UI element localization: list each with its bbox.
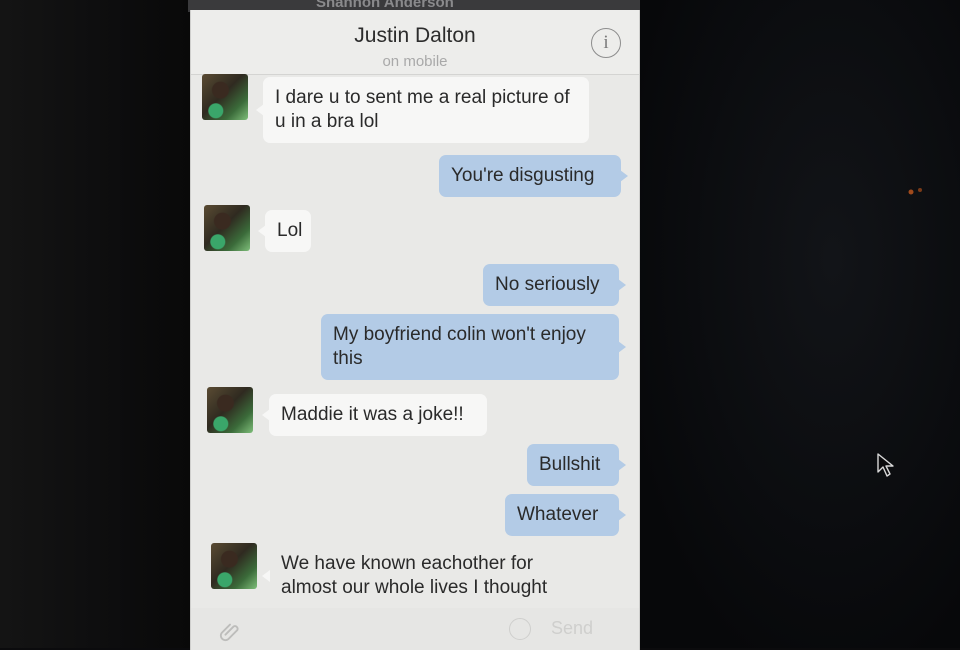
- message-bubble-outgoing: My boyfriend colin won't enjoy this: [321, 314, 626, 380]
- message-bubble-outgoing: Whatever: [505, 494, 626, 536]
- avatar[interactable]: [211, 543, 257, 589]
- message-bubble-outgoing: No seriously: [483, 264, 626, 306]
- background-left: [0, 0, 190, 648]
- contact-status: on mobile: [382, 53, 448, 70]
- paperclip-icon[interactable]: [219, 620, 241, 642]
- send-button[interactable]: Send: [551, 618, 593, 639]
- background-right: [640, 0, 960, 648]
- message-bubble-incoming: Lol: [258, 210, 311, 252]
- smiley-icon[interactable]: [509, 618, 531, 640]
- message-bubble-outgoing: You're disgusting: [439, 155, 628, 197]
- avatar[interactable]: [204, 205, 250, 251]
- message-bubble-incoming: We have known eachother for almost our w…: [262, 543, 569, 609]
- avatar[interactable]: [202, 74, 248, 120]
- message-composer[interactable]: Send: [191, 608, 639, 650]
- avatar[interactable]: [207, 387, 253, 433]
- message-bubble-incoming: I dare u to sent me a real picture of u …: [256, 77, 589, 143]
- message-bubble-incoming: Maddie it was a joke!!: [262, 394, 487, 436]
- background-light-spots: [908, 188, 922, 195]
- message-bubble-outgoing: Bullshit: [527, 444, 626, 486]
- mouse-cursor-icon: [877, 453, 894, 477]
- chat-window: Justin Dalton on mobile i I dare u to se…: [190, 10, 640, 650]
- info-icon[interactable]: i: [591, 28, 621, 58]
- contact-name: Justin Dalton: [354, 24, 476, 47]
- chat-header: Justin Dalton on mobile i: [191, 10, 639, 75]
